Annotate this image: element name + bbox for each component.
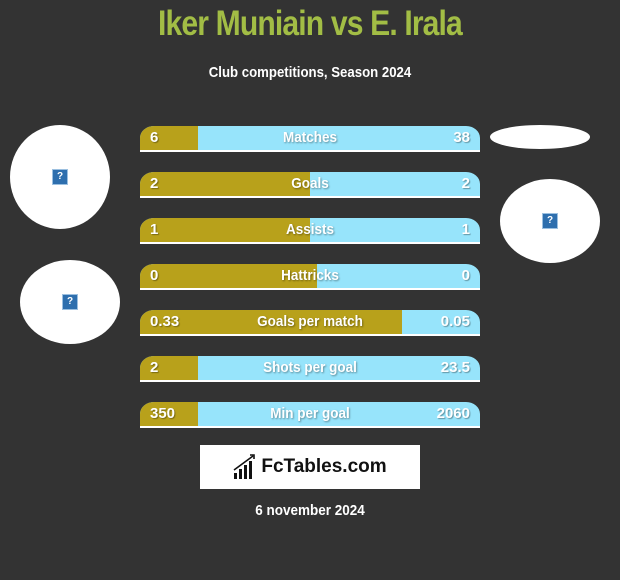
stat-label: Goals bbox=[291, 175, 329, 192]
stat-label: Assists bbox=[285, 221, 335, 238]
right-value: 0.05 bbox=[440, 313, 470, 330]
page-subtitle: Club competitions, Season 2024 bbox=[208, 64, 412, 81]
right-value: 0 bbox=[461, 267, 470, 284]
right-value: 2 bbox=[461, 175, 470, 192]
broken-image-icon: ? bbox=[52, 169, 68, 185]
page-title: Iker Muniain vs E. Irala bbox=[158, 4, 463, 43]
stat-label: Hattricks bbox=[281, 267, 339, 284]
right-team-logo: ? bbox=[500, 179, 600, 263]
stat-label: Shots per goal bbox=[263, 359, 357, 376]
stat-label: Matches bbox=[282, 129, 338, 146]
stat-row-matches: 6 Matches 38 bbox=[140, 126, 480, 152]
stat-row-shots-per-goal: 2 Shots per goal 23.5 bbox=[140, 356, 480, 382]
stat-row-min-per-goal: 350 Min per goal 2060 bbox=[140, 402, 480, 428]
right-value: 1 bbox=[461, 221, 470, 238]
stat-label: Min per goal bbox=[270, 405, 350, 422]
stat-row-goals-per-match: 0.33 Goals per match 0.05 bbox=[140, 310, 480, 336]
fctables-logo[interactable]: FcTables.com bbox=[200, 445, 420, 489]
stat-row-hattricks: 0 Hattricks 0 bbox=[140, 264, 480, 290]
right-value: 2060 bbox=[436, 405, 470, 422]
broken-image-icon: ? bbox=[62, 294, 78, 310]
right-value: 23.5 bbox=[440, 359, 470, 376]
broken-image-icon: ? bbox=[542, 213, 558, 229]
stat-row-assists: 1 Assists 1 bbox=[140, 218, 480, 244]
right-player-name-placeholder bbox=[490, 125, 590, 149]
left-team-logo: ? bbox=[20, 260, 120, 344]
right-value: 38 bbox=[453, 129, 470, 146]
logo-text: FcTables.com bbox=[261, 456, 387, 477]
date-label: 6 november 2024 bbox=[255, 502, 365, 519]
left-player-avatar: ? bbox=[10, 125, 110, 229]
bar-chart-logo-icon bbox=[233, 454, 256, 479]
stat-label: Goals per match bbox=[257, 313, 363, 330]
stat-row-goals: 2 Goals 2 bbox=[140, 172, 480, 198]
